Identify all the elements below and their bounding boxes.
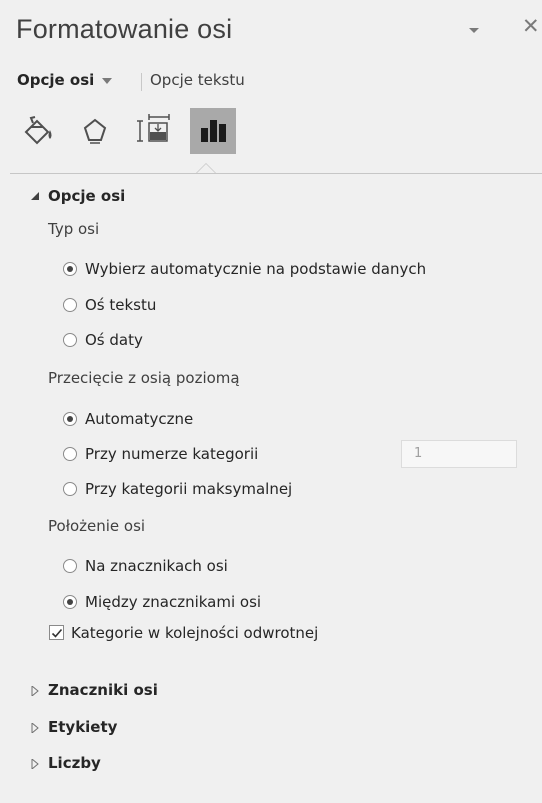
collapsed-triangle-icon <box>31 723 39 733</box>
axis-type-label: Typ osi <box>48 220 100 238</box>
radio-label: Oś tekstu <box>85 296 157 314</box>
close-icon[interactable]: ✕ <box>522 16 540 37</box>
radio-label: Przy numerze kategorii <box>85 445 259 463</box>
radio-selected-icon <box>63 595 77 609</box>
checkbox-label: Kategorie w kolejności odwrotnej <box>71 624 319 642</box>
section-tick-marks-label: Znaczniki osi <box>48 681 158 699</box>
radio-label: Na znacznikach osi <box>85 557 228 575</box>
axis-position-label: Położenie osi <box>48 517 146 535</box>
collapsed-triangle-icon <box>31 759 39 769</box>
crossing-label: Przecięcie z osią poziomą <box>48 369 240 387</box>
expanded-triangle-icon <box>31 192 39 200</box>
tab-divider <box>141 73 142 91</box>
tab-axis-options[interactable]: Opcje osi <box>17 71 113 89</box>
collapsed-triangle-icon <box>31 686 39 696</box>
checkbox-checked-icon <box>49 625 64 640</box>
radio-unselected-icon <box>63 447 77 461</box>
category-number-input[interactable]: 1 <box>401 440 517 468</box>
radio-label: Wybierz automatycznie na podstawie danyc… <box>85 260 427 278</box>
divider <box>10 173 542 174</box>
radio-label: Między znacznikami osi <box>85 593 262 611</box>
section-axis-options-label: Opcje osi <box>48 187 126 205</box>
fill-line-icon[interactable] <box>17 108 63 154</box>
radio-selected-icon <box>63 262 77 276</box>
chevron-down-icon <box>102 77 113 84</box>
section-labels-label: Etykiety <box>48 718 118 736</box>
radio-unselected-icon <box>63 333 77 347</box>
radio-unselected-icon <box>63 559 77 573</box>
effects-pentagon-icon[interactable] <box>72 108 118 154</box>
axis-options-chart-icon[interactable] <box>190 108 236 154</box>
section-numbers-label: Liczby <box>48 754 101 772</box>
selected-icon-pointer <box>196 163 216 173</box>
radio-selected-icon <box>63 412 77 426</box>
pane-options-dropdown-icon[interactable] <box>466 22 482 36</box>
radio-label: Przy kategorii maksymalnej <box>85 480 293 498</box>
tab-axis-options-label: Opcje osi <box>17 71 95 89</box>
radio-label: Oś daty <box>85 331 143 349</box>
tab-text-options[interactable]: Opcje tekstu <box>150 71 245 89</box>
radio-unselected-icon <box>63 298 77 312</box>
radio-label: Automatyczne <box>85 410 194 428</box>
radio-unselected-icon <box>63 482 77 496</box>
size-properties-icon[interactable] <box>132 108 178 154</box>
pane-title: Formatowanie osi <box>16 14 233 44</box>
